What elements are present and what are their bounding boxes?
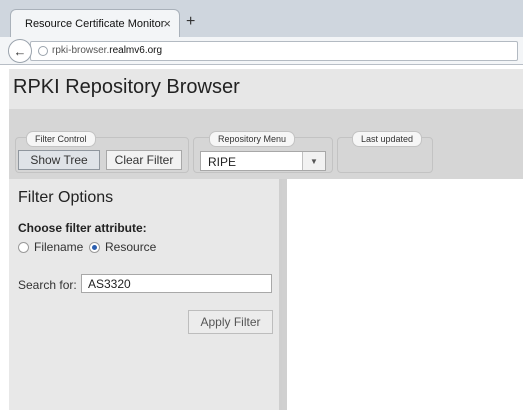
chevron-down-icon[interactable]: ▼ (302, 152, 325, 170)
tab-title: Resource Certificate Monitor (25, 18, 165, 30)
url-domain: realmv6.org (109, 45, 163, 56)
filename-radio[interactable] (18, 241, 29, 253)
globe-icon (38, 46, 48, 56)
radio-option-resource[interactable]: Resource (89, 240, 156, 254)
search-label: Search for: (18, 278, 77, 292)
repository-selected-value: RIPE (208, 155, 237, 169)
tree-view-panel (287, 179, 523, 410)
resource-radio[interactable] (89, 241, 100, 253)
address-bar[interactable]: rpki-browser.realmv6.org (30, 41, 518, 61)
repository-select[interactable]: RIPE ▼ (200, 151, 326, 171)
clear-filter-button[interactable]: Clear Filter (106, 150, 182, 170)
filter-control-group: Filter Control Show Tree Clear Filter (15, 131, 189, 173)
repository-menu-legend: Repository Menu (209, 131, 296, 147)
last-updated-legend: Last updated (352, 131, 423, 147)
choose-attribute-label: Choose filter attribute: (18, 221, 147, 235)
browser-tab[interactable]: Resource Certificate Monitor × (10, 9, 180, 37)
page-content: RPKI Repository Browser Filter Control S… (0, 65, 523, 410)
filter-options-panel: Filter Options Choose filter attribute: … (9, 179, 282, 410)
radio-option-filename[interactable]: Filename (18, 240, 83, 254)
back-arrow-icon: ← (13, 43, 27, 59)
resource-radio-label: Resource (105, 240, 157, 254)
close-tab-icon[interactable]: × (163, 16, 171, 31)
repository-menu-group: Repository Menu RIPE ▼ (193, 131, 333, 173)
navigation-bar: rpki-browser.realmv6.org ← (0, 37, 523, 64)
app-header: RPKI Repository Browser (9, 69, 523, 110)
filter-options-heading: Filter Options (18, 189, 114, 206)
url-prefix: rpki-browser. (52, 45, 110, 56)
filename-radio-label: Filename (34, 240, 84, 254)
toolbar: Filter Control Show Tree Clear Filter Re… (9, 109, 523, 179)
filter-control-legend: Filter Control (26, 131, 96, 147)
apply-filter-button[interactable]: Apply Filter (188, 310, 273, 334)
page-title: RPKI Repository Browser (13, 76, 240, 98)
back-button[interactable]: ← (8, 39, 32, 63)
browser-chrome: Resource Certificate Monitor × + rpki-br… (0, 0, 523, 65)
show-tree-button[interactable]: Show Tree (18, 150, 100, 170)
url-text: rpki-browser.realmv6.org (52, 45, 162, 56)
last-updated-group: Last updated (337, 131, 433, 173)
new-tab-icon[interactable]: + (186, 14, 195, 30)
tab-strip: Resource Certificate Monitor × + (0, 0, 523, 37)
search-input[interactable] (81, 274, 272, 293)
